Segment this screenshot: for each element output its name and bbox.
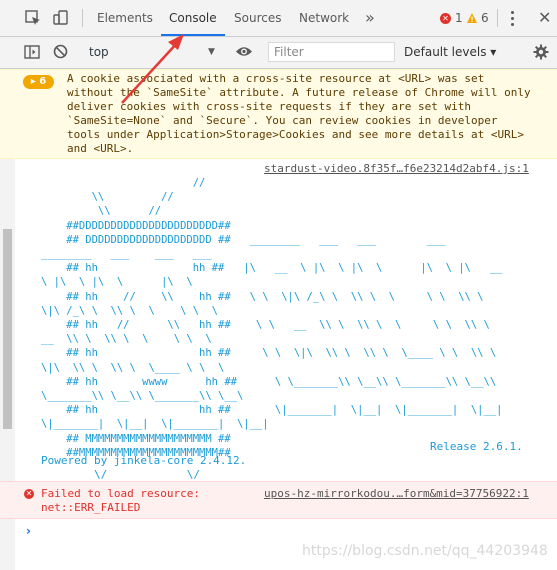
sidebar-toggle-icon[interactable]	[24, 45, 40, 59]
tab-elements[interactable]: Elements	[97, 0, 153, 36]
close-icon[interactable]: ✕	[538, 8, 551, 27]
inspect-element-icon[interactable]	[24, 9, 42, 27]
settings-gear-icon[interactable]	[533, 44, 549, 60]
console-messages: ▸ 6 A cookie associated with a cross-sit…	[0, 69, 557, 570]
toolbar-divider	[82, 9, 83, 27]
error-message[interactable]: ✕ Failed to load resource: net::ERR_FAIL…	[0, 481, 557, 519]
log-source-link[interactable]: stardust-video.8f35f…f6e23214d2abf4.js:1	[264, 162, 529, 175]
customize-menu-icon[interactable]	[509, 9, 517, 27]
filter-input[interactable]	[268, 42, 395, 62]
ascii-art-log: // \\ // \\ // ##DDDDDDDDDDDDDDDDDDDDDD#…	[41, 177, 503, 459]
tab-console[interactable]: Console	[161, 0, 225, 36]
console-prompt[interactable]: ›	[26, 524, 31, 538]
tab-sources[interactable]: Sources	[234, 0, 281, 36]
error-source-link[interactable]: upos-hz-mirrorkodou.…form&mid=37756922:1	[264, 487, 529, 500]
more-tabs-button[interactable]: »	[365, 0, 375, 36]
dropdown-arrow-icon: ▼	[208, 47, 215, 57]
error-icon: ✕	[24, 489, 34, 499]
release-text: Release 2.6.1.	[430, 440, 523, 453]
watermark: https://blog.csdn.net/qq_44203948	[302, 543, 548, 559]
error-text: Failed to load resource: net::ERR_FAILED	[41, 487, 200, 514]
scrollbar-thumb[interactable]	[3, 229, 12, 429]
warning-count-icon[interactable]	[466, 12, 478, 24]
warning-count[interactable]: 6	[481, 0, 489, 36]
error-count[interactable]: 1	[455, 0, 463, 36]
console-toolbar: top ▼ Default levels ▾	[0, 37, 557, 69]
warning-message[interactable]: ▸ 6 A cookie associated with a cross-sit…	[0, 69, 557, 159]
powered-by-text: Powered by jinkela-core 2.4.12. \/ \/	[41, 454, 247, 481]
devtools-tabbar: Elements Console Sources Network » ✕ 1 6…	[0, 0, 557, 37]
context-selector[interactable]: top ▼	[84, 41, 224, 63]
tab-network[interactable]: Network	[299, 0, 349, 36]
warning-text: A cookie associated with a cross-site re…	[67, 72, 531, 155]
toolbar-divider	[497, 9, 498, 27]
clear-console-icon[interactable]	[53, 44, 68, 59]
error-count-icon[interactable]: ✕	[440, 13, 451, 24]
warning-repeat-badge[interactable]: ▸ 6	[23, 75, 54, 89]
log-levels-dropdown[interactable]: Default levels ▾	[404, 41, 496, 63]
device-toolbar-icon[interactable]	[52, 9, 70, 27]
context-value: top	[89, 45, 109, 59]
eye-icon[interactable]	[235, 45, 253, 58]
